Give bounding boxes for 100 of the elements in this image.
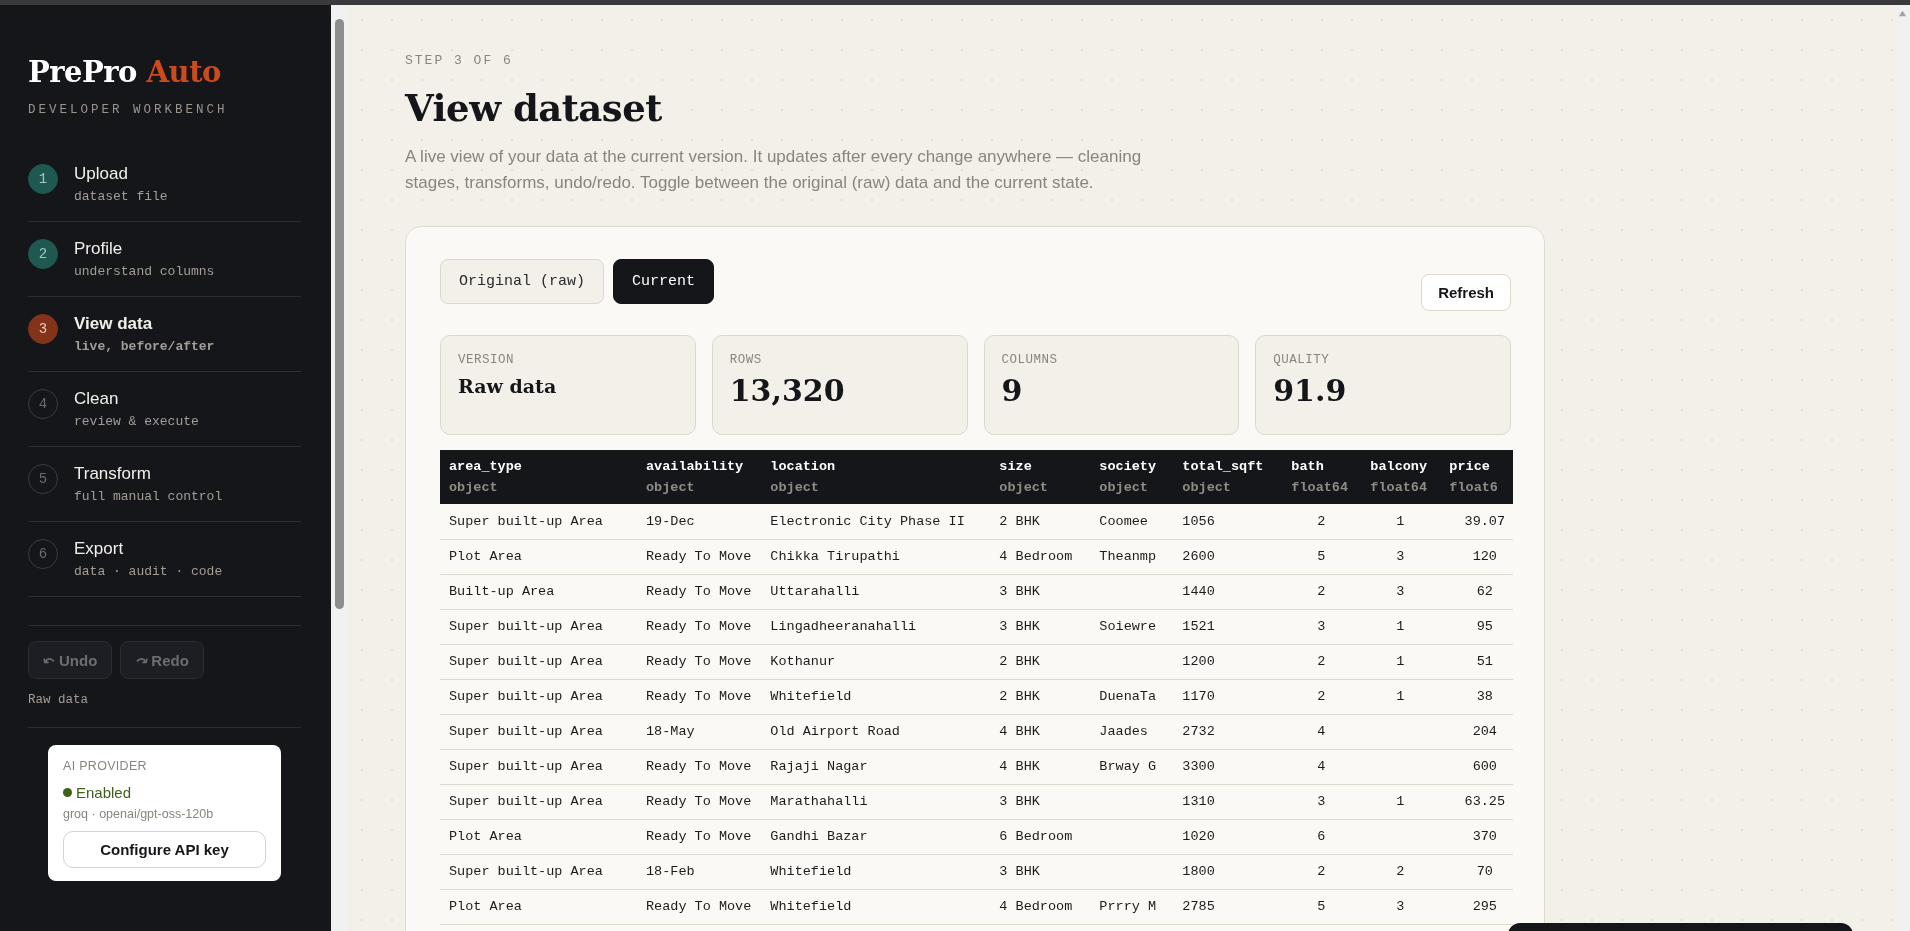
table-cell: Super built-up Area [440,784,637,819]
table-cell: 5 [1282,539,1362,574]
table-cell: Plot Area [440,539,637,574]
app-logo: PrePro Auto [28,55,222,89]
table-cell: Ready To Move [637,819,762,854]
table-cell: Whitefield [761,889,991,924]
step-number[interactable]: 3 [28,314,58,344]
table-cell: 4 [1282,749,1362,784]
step-title[interactable]: Transform [74,464,223,484]
table-cell: Super built-up Area [440,644,637,679]
step-subtitle: data · audit · code [74,564,223,579]
table-cell: 3 [1361,889,1441,924]
table-cell: Rajaji Nagar [761,749,991,784]
stat-value: 13,320 [729,373,846,408]
step-title[interactable]: Clean [74,389,199,409]
table-cell: 38 [1440,679,1513,714]
step-indicator: STEP 3 OF 6 [405,53,514,68]
table-cell: 1 [1361,679,1441,714]
table-cell: 1020 [1173,819,1283,854]
table-cell: Jaades [1090,714,1174,749]
table-cell: Ready To Move [637,889,762,924]
table-cell: 4 BHK [990,714,1091,749]
table-cell: 1 [1361,504,1441,539]
refresh-button[interactable]: Refresh [1421,274,1511,311]
table-cell: 6 [1282,819,1362,854]
table-cell: 70 [1440,854,1513,889]
column-header[interactable]: total_sqft object [1173,450,1283,504]
step-title[interactable]: Upload [74,164,168,184]
table-cell: Ready To Move [637,749,762,784]
step-title[interactable]: Profile [74,239,215,259]
column-header[interactable]: availability object [637,450,762,504]
table-cell: Super built-up Area [440,679,637,714]
table-cell: Super built-up Area [440,854,637,889]
table-cell: 2 [1282,679,1362,714]
table-cell: Ready To Move [637,539,762,574]
table-cell: Ready To Move [637,644,762,679]
column-name: size [999,459,1033,474]
table-cell: 63.25 [1440,784,1513,819]
step-number[interactable]: 2 [28,239,58,269]
table-cell: 2 BHK [990,679,1091,714]
view-tab[interactable]: Original (raw) [440,259,605,304]
table-cell: 2 BHK [990,504,1091,539]
column-dtype: object [1099,480,1149,495]
table-cell: 51 [1440,644,1513,679]
table-cell: 2 [1361,854,1441,889]
table-cell: 3 [1282,609,1362,644]
table-cell: Soiewre [1090,609,1174,644]
table-cell: 3300 [1173,749,1283,784]
table-cell: Brway G [1090,749,1174,784]
table-cell: Kothanur [761,644,991,679]
table-cell: 2732 [1173,714,1283,749]
step-number[interactable]: 1 [28,164,58,194]
table-cell: Electronic City Phase II [761,504,991,539]
step-subtitle: dataset file [74,189,168,204]
table-cell: Ready To Move [637,784,762,819]
table-cell: 2 [1282,574,1362,609]
stat-value: 9 [1001,373,1024,408]
configure-api-key-button[interactable]: Configure API key [63,831,266,868]
table-cell: 600 [1440,749,1513,784]
column-dtype: float64 [1291,480,1350,495]
view-tab[interactable]: Current [613,259,715,304]
table-cell: 1440 [1173,574,1283,609]
column-dtype: float64 [1370,480,1429,495]
column-dtype: float6 [1449,480,1499,495]
scroll-up-icon[interactable] [1898,9,1907,18]
column-name: location [770,459,837,474]
table-cell: Chikka Tirupathi [761,539,991,574]
column-header[interactable]: location object [761,450,991,504]
table-cell: 6 Bedroom [990,819,1091,854]
column-header[interactable]: society object [1090,450,1174,504]
table-cell: Old Airport Road [761,714,991,749]
table-cell: 19-Dec [637,504,762,539]
table-cell: Marathahalli [761,784,991,819]
column-header[interactable]: bath float64 [1282,450,1362,504]
table-cell: 18-Feb [637,854,762,889]
page-description: A live view of your data at the current version. It updates after every change anywhere — cleaning stages, transforms, undo/redo. Toggle between the original (raw) data and the current state. [405,146,1143,194]
stat-label: VERSION [458,353,515,367]
table-cell: Super built-up Area [440,609,637,644]
column-header[interactable]: area_type object [440,450,637,504]
step-title[interactable]: View data [74,314,215,334]
step-subtitle: review & execute [74,414,199,429]
sidebar-scrollbar[interactable] [331,5,347,931]
table-cell: 39.07 [1440,504,1513,539]
table-cell: 4 Bedroom [990,889,1091,924]
step-title[interactable]: Export [74,539,223,559]
table-cell: 1170 [1173,679,1283,714]
column-header[interactable]: price float6 [1440,450,1513,504]
column-dtype: object [999,480,1049,495]
table-cell: 3 BHK [990,609,1091,644]
table-cell: 120 [1440,539,1513,574]
page-title: View dataset [405,86,663,130]
table-cell: Super built-up Area [440,714,637,749]
table-cell: Theanmp [1090,539,1174,574]
page-scrollbar[interactable] [1895,5,1910,931]
column-header[interactable]: balcony float64 [1361,450,1441,504]
table-cell: Ready To Move [637,679,762,714]
table-cell: 1310 [1173,784,1283,819]
column-name: area_type [449,459,523,474]
column-dtype: object [1182,480,1232,495]
column-header[interactable]: size object [990,450,1091,504]
